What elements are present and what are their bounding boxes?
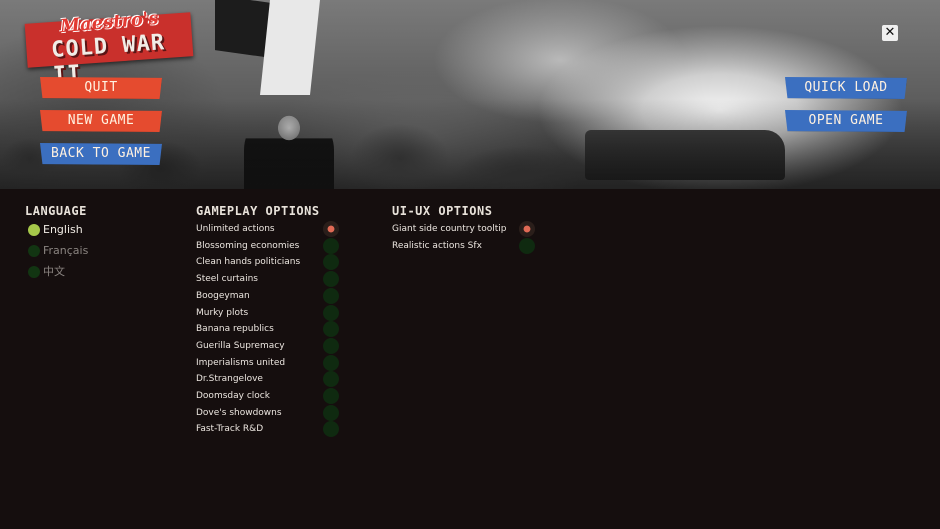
gameplay-option-label: Blossoming economies (196, 240, 300, 251)
gameplay-option-label: Fast-Track R&D (196, 424, 264, 435)
language-section-title: LANGUAGE (25, 204, 87, 218)
gameplay-option-label: Dr.Strangelove (196, 374, 263, 385)
gameplay-option-blossoming-economies[interactable]: Blossoming economies (196, 237, 339, 254)
gameplay-option-dr-strangelove[interactable]: Dr.Strangelove (196, 371, 339, 388)
gameplay-option-boogeyman[interactable]: Boogeyman (196, 287, 339, 304)
gameplay-options-title: GAMEPLAY OPTIONS (196, 204, 320, 218)
gameplay-option-label: Boogeyman (196, 290, 250, 301)
gameplay-option-toggle[interactable] (323, 371, 339, 388)
gameplay-option-doomsday-clock[interactable]: Doomsday clock (196, 388, 339, 404)
uiux-option-label: Realistic actions Sfx (392, 240, 482, 251)
gameplay-option-label: Guerilla Supremacy (196, 340, 285, 351)
gameplay-option-label: Doomsday clock (196, 391, 270, 401)
game-logo: Maestro's COLD WAR II (24, 8, 196, 88)
uiux-options-title: UI-UX OPTIONS (392, 204, 493, 218)
quick-load-button[interactable]: QUICK LOAD (785, 77, 907, 99)
uiux-option-realistic-actions-sfx[interactable]: Realistic actions Sfx (392, 237, 535, 254)
gameplay-option-label: Imperialisms united (196, 357, 286, 368)
uiux-option-label: Giant side country tooltip (392, 224, 507, 234)
gameplay-option-unlimited-actions[interactable]: Unlimited actions (196, 221, 339, 237)
gameplay-option-toggle[interactable] (323, 304, 339, 321)
gameplay-option-label: Banana republics (196, 324, 274, 335)
gameplay-option-toggle[interactable] (323, 237, 339, 254)
gameplay-option-toggle[interactable] (323, 321, 339, 338)
gameplay-option-banana-republics[interactable]: Banana republics (196, 321, 339, 338)
gameplay-option-murky-plots[interactable]: Murky plots (196, 304, 339, 321)
gameplay-option-guerilla-supremacy[interactable]: Guerilla Supremacy (196, 337, 339, 354)
uiux-option-toggle[interactable] (519, 237, 535, 254)
uiux-option-toggle[interactable] (519, 221, 535, 237)
language-option-label: Français (43, 244, 89, 257)
gameplay-option-steel-curtains[interactable]: Steel curtains (196, 271, 339, 288)
flag-light-stripe (260, 0, 320, 95)
new-game-button[interactable]: NEW GAME (40, 110, 162, 132)
gameplay-option-toggle[interactable] (323, 388, 339, 404)
back-to-game-button[interactable]: BACK TO GAME (40, 143, 162, 165)
gameplay-option-toggle[interactable] (323, 271, 339, 288)
gameplay-option-toggle[interactable] (323, 337, 339, 354)
quit-button[interactable]: QUIT (40, 77, 162, 99)
gameplay-option-clean-hands-politicians[interactable]: Clean hands politicians (196, 254, 339, 271)
close-icon[interactable]: ✕ (882, 25, 898, 41)
language-radio-dot[interactable] (28, 245, 40, 257)
uiux-option-giant-side-country-tooltip[interactable]: Giant side country tooltip (392, 221, 535, 237)
gameplay-option-toggle[interactable] (323, 421, 339, 438)
gameplay-option-imperialisms-united[interactable]: Imperialisms united (196, 354, 339, 371)
gameplay-option-toggle[interactable] (323, 221, 339, 237)
gameplay-option-toggle[interactable] (323, 354, 339, 371)
gameplay-option-label: Steel curtains (196, 274, 258, 285)
gameplay-option-label: Clean hands politicians (196, 257, 301, 268)
gameplay-option-dove-s-showdowns[interactable]: Dove's showdowns (196, 404, 339, 421)
language-radio-dot[interactable] (28, 266, 40, 278)
language-radio-dot[interactable] (28, 224, 40, 236)
gameplay-option-toggle[interactable] (323, 254, 339, 271)
language-option-label: 中文 (43, 265, 65, 278)
gameplay-option-fast-track-r-d[interactable]: Fast-Track R&D (196, 421, 339, 438)
gameplay-option-toggle[interactable] (323, 287, 339, 304)
open-game-folder-button[interactable]: OPEN GAME FOLDER (785, 110, 907, 132)
gameplay-option-label: Murky plots (196, 307, 249, 318)
gameplay-option-label: Dove's showdowns (196, 407, 282, 418)
gameplay-option-label: Unlimited actions (196, 224, 275, 234)
language-option-label: English (43, 223, 83, 236)
gameplay-option-toggle[interactable] (323, 404, 339, 421)
